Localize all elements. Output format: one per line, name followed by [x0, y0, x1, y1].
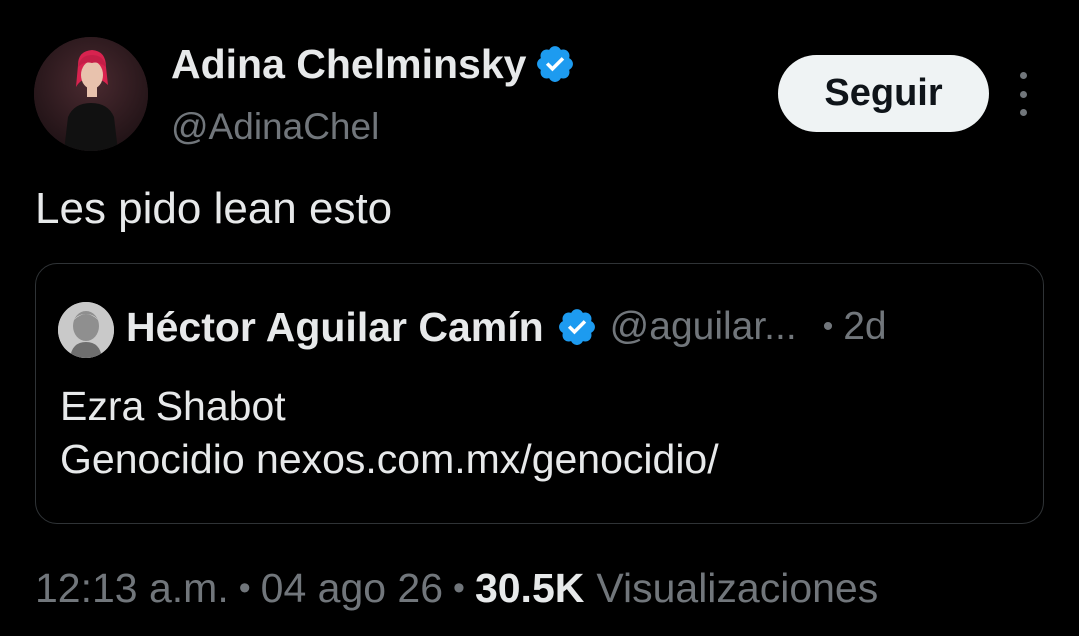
author-avatar-image: [34, 37, 148, 151]
author-handle[interactable]: @AdinaChel: [171, 103, 379, 151]
quoted-author-handle[interactable]: @aguilar...: [610, 302, 797, 352]
author-name[interactable]: Adina Chelminsky: [171, 40, 526, 88]
more-dot: [1019, 109, 1027, 116]
verified-badge-icon: [558, 309, 595, 345]
views-label: Visualizaciones: [596, 565, 879, 611]
tweet-time[interactable]: 12:13 a.m.: [35, 562, 229, 614]
separator-dot: •: [822, 310, 834, 343]
tweet-text: Les pido lean esto: [35, 184, 393, 233]
separator-dot: •: [453, 569, 465, 607]
quoted-header: Héctor Aguilar Camín @aguilar... • 2d: [126, 302, 887, 352]
quoted-tweet-card[interactable]: Héctor Aguilar Camín @aguilar... • 2d Ez…: [35, 263, 1044, 524]
quoted-timestamp[interactable]: 2d: [843, 302, 886, 352]
author-avatar[interactable]: [34, 37, 148, 151]
quoted-text-line-1: Ezra Shabot: [60, 383, 286, 429]
views-count[interactable]: 30.5K: [475, 562, 584, 614]
quoted-author-avatar[interactable]: [58, 302, 114, 358]
more-options-icon[interactable]: [1012, 72, 1034, 116]
separator-dot: •: [238, 569, 251, 607]
quoted-author-name[interactable]: Héctor Aguilar Camín: [126, 302, 544, 352]
verified-badge-icon: [537, 46, 574, 82]
quoted-text-line-2: Genocidio nexos.com.mx/genocidio/: [60, 436, 719, 482]
tweet-meta: 12:13 a.m. • 04 ago 26 • 30.5K Visualiza…: [35, 562, 878, 614]
more-dot: [1019, 90, 1027, 98]
more-dot: [1019, 72, 1027, 79]
author-name-row: Adina Chelminsky: [171, 40, 576, 88]
quoted-avatar-image: [58, 302, 114, 358]
quoted-text: Ezra Shabot Genocidio nexos.com.mx/genoc…: [60, 380, 719, 486]
follow-button[interactable]: Seguir: [778, 55, 989, 132]
tweet-date[interactable]: 04 ago 26: [261, 562, 443, 614]
